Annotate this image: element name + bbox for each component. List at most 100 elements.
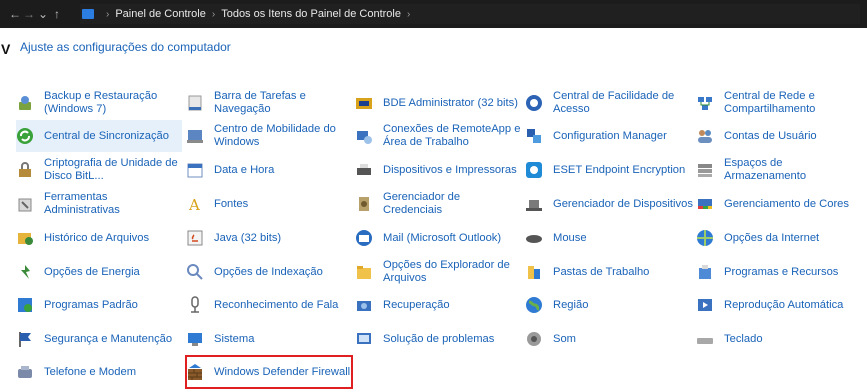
- control-panel-item-datetime[interactable]: Data e Hora: [186, 154, 352, 186]
- item-label: Contas de Usuário: [724, 129, 817, 142]
- control-panel-item-bde[interactable]: BDE Administrator (32 bits): [355, 87, 521, 119]
- admin-tools-icon: [16, 195, 34, 213]
- control-panel-item-workfolders[interactable]: Pastas de Trabalho: [525, 256, 693, 288]
- control-panel-item-eset[interactable]: ESET Endpoint Encryption: [525, 154, 693, 186]
- item-label: Centro de Mobilidade do Windows: [214, 123, 336, 148]
- item-label: Reconhecimento de Fala: [214, 298, 339, 311]
- control-panel-item-indexing[interactable]: Opções de Indexação: [186, 256, 352, 288]
- control-panel-item-storage[interactable]: Espaços de Armazenamento: [696, 154, 866, 186]
- control-panel-item-colors[interactable]: Gerenciamento de Cores: [696, 188, 866, 220]
- internet-options-icon: [696, 229, 714, 247]
- control-panel-item-sync[interactable]: Central de Sincronização: [16, 120, 182, 152]
- speaker-icon: [525, 330, 543, 348]
- region-icon: [525, 296, 543, 314]
- breadcrumb-control-panel[interactable]: Painel de Controle: [115, 8, 206, 20]
- control-panel-item-phone[interactable]: Telefone e Modem: [16, 356, 182, 388]
- user-accounts-icon: [696, 127, 714, 145]
- control-panel-item-devices[interactable]: Dispositivos e Impressoras: [355, 154, 521, 186]
- phone-modem-icon: [16, 363, 34, 381]
- control-panel-item-java[interactable]: Java (32 bits): [186, 222, 352, 254]
- control-panel-item-configmgr[interactable]: Configuration Manager: [525, 120, 693, 152]
- control-panel-item-region[interactable]: Região: [525, 289, 693, 321]
- item-label: Dispositivos e Impressoras: [383, 163, 517, 176]
- item-label: Recuperação: [383, 298, 450, 311]
- control-panel-item-admintools[interactable]: Ferramentas Administrativas: [16, 188, 182, 220]
- address-path[interactable]: › Painel de Controle › Todos os Itens do…: [80, 4, 860, 24]
- control-panel-item-credentials[interactable]: Gerenciador de Credenciais: [355, 188, 521, 220]
- item-label: Fontes: [214, 197, 249, 210]
- item-label: Programas Padrão: [44, 298, 138, 311]
- control-panel-item-backup[interactable]: Backup e Restauração (Windows 7): [16, 87, 182, 119]
- control-panel-item-autoplay[interactable]: Reprodução Automática: [696, 289, 866, 321]
- control-panel-item-bitlocker[interactable]: Criptografia de Unidade de Disco BitL...: [16, 154, 182, 186]
- breadcrumb-separator[interactable]: ›: [106, 9, 109, 20]
- item-label: Teclado: [724, 332, 763, 345]
- control-panel-item-mail[interactable]: Mail (Microsoft Outlook): [355, 222, 521, 254]
- bitlocker-icon: [16, 161, 34, 179]
- item-label: BDE Administrator (32 bits): [383, 96, 518, 109]
- control-panel-item-devmgr[interactable]: Gerenciador de Dispositivos: [525, 188, 693, 220]
- control-panel-item-recovery[interactable]: Recuperação: [355, 289, 521, 321]
- default-programs-icon: [16, 296, 34, 314]
- item-label: Região: [553, 298, 589, 311]
- firewall-icon: [186, 363, 204, 381]
- color-management-icon: [696, 195, 714, 213]
- network-icon: [696, 94, 714, 112]
- control-panel-item-mobility[interactable]: Centro de Mobilidade do Windows: [186, 120, 352, 152]
- java-icon: [186, 229, 204, 247]
- item-label: Central de Rede e Compartilhamento: [724, 90, 816, 115]
- up-icon[interactable]: ↑: [50, 7, 64, 21]
- item-label: Som: [553, 332, 577, 345]
- control-panel-item-explorer[interactable]: Opções do Explorador de Arquivos: [355, 256, 521, 288]
- control-panel-item-ease[interactable]: Central de Facilidade de Acesso: [525, 87, 693, 119]
- breadcrumb-all-items[interactable]: Todos os Itens do Painel de Controle: [221, 8, 401, 20]
- remoteapp-icon: [355, 127, 373, 145]
- back-icon[interactable]: ←: [8, 7, 22, 21]
- mail-icon: [355, 229, 373, 247]
- item-label: Conexões de RemoteApp e Área de Trabalho: [383, 123, 521, 148]
- breadcrumb-separator[interactable]: ›: [212, 9, 215, 20]
- control-panel-item-troubleshoot[interactable]: Solução de problemas: [355, 323, 521, 355]
- control-panel-item-network[interactable]: Central de Rede e Compartilhamento: [696, 87, 866, 119]
- control-panel-item-sound[interactable]: Som: [525, 323, 693, 355]
- control-panel-item-system[interactable]: Sistema: [186, 323, 352, 355]
- item-label: Backup e Restauração (Windows 7): [44, 90, 158, 115]
- control-panel-item-remoteapp[interactable]: Conexões de RemoteApp e Área de Trabalho: [355, 120, 521, 152]
- control-panel-item-internet[interactable]: Opções da Internet: [696, 222, 866, 254]
- svg-text:A: A: [188, 196, 200, 213]
- bde-icon: [355, 94, 373, 112]
- backup-icon: [16, 94, 34, 112]
- item-label: Opções de Indexação: [214, 265, 323, 278]
- printer-icon: [355, 161, 373, 179]
- item-label: Central de Sincronização: [44, 129, 169, 142]
- item-label: Configuration Manager: [553, 129, 667, 142]
- breadcrumb-separator[interactable]: ›: [407, 9, 410, 20]
- control-panel-item-programs[interactable]: Programas e Recursos: [696, 256, 866, 288]
- control-panel-item-fonts[interactable]: A Fontes: [186, 188, 352, 220]
- control-panel-item-power[interactable]: Opções de Energia: [16, 256, 182, 288]
- forward-icon[interactable]: →: [22, 7, 36, 21]
- item-label: Mail (Microsoft Outlook): [383, 231, 502, 244]
- control-panel-item-keyboard[interactable]: Teclado: [696, 323, 866, 355]
- item-label: Espaços de Armazenamento: [724, 157, 807, 182]
- control-panel-icon: [82, 9, 94, 19]
- view-by-label-fragment: V: [1, 41, 11, 57]
- control-panel-item-taskbar[interactable]: Barra de Tarefas e Navegação: [186, 87, 352, 119]
- control-panel-item-defaultprog[interactable]: Programas Padrão: [16, 289, 182, 321]
- programs-icon: [696, 263, 714, 281]
- item-label: Programas e Recursos: [724, 265, 839, 278]
- control-panel-item-firewall[interactable]: Windows Defender Firewall: [185, 355, 353, 389]
- item-label: Opções do Explorador de Arquivos: [383, 259, 510, 284]
- recent-locations-icon[interactable]: ⌄: [36, 7, 50, 21]
- storage-spaces-icon: [696, 161, 714, 179]
- control-panel-item-filehistory[interactable]: Histórico de Arquivos: [16, 222, 182, 254]
- item-label: Pastas de Trabalho: [553, 265, 650, 278]
- control-panel-item-users[interactable]: Contas de Usuário: [696, 120, 866, 152]
- file-history-icon: [16, 229, 34, 247]
- item-label: Criptografia de Unidade de Disco BitL...: [44, 157, 178, 182]
- control-panel-item-security[interactable]: Segurança e Manutenção: [16, 323, 182, 355]
- control-panel-item-speech[interactable]: Reconhecimento de Fala: [186, 289, 352, 321]
- control-panel-item-mouse[interactable]: Mouse: [525, 222, 693, 254]
- address-bar: ← → ⌄ ↑ › Painel de Controle › Todos os …: [0, 0, 867, 28]
- date-time-icon: [186, 161, 204, 179]
